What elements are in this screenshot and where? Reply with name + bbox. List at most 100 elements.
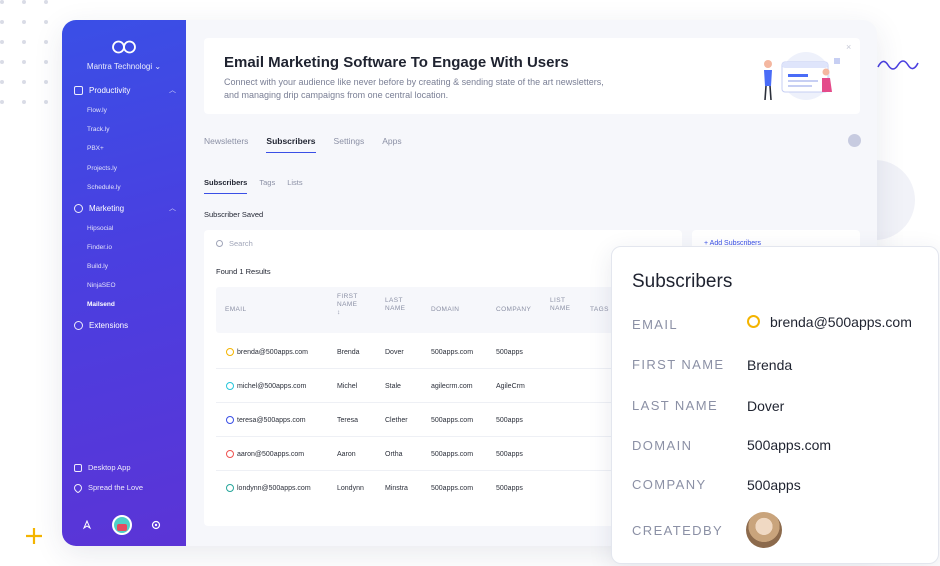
status-ring-icon [747, 315, 760, 328]
decorative-dot [0, 80, 4, 84]
cell-domain: 500apps.com [431, 417, 474, 424]
cell-last-name: Stale [385, 383, 401, 390]
col-list-name[interactable]: LIST NAME [550, 297, 570, 313]
main-tabs: Newsletters Subscribers Settings Apps [204, 136, 402, 153]
sidebar-item-schedulely[interactable]: Schedule.ly [87, 184, 121, 191]
field-label-company: COMPANY [632, 477, 707, 492]
sidebar: Mantra Technologi ⌄ Productivity ︿ Flow.… [62, 20, 186, 546]
plus-decoration [26, 528, 42, 544]
org-switcher[interactable]: Mantra Technologi ⌄ [62, 62, 186, 71]
sidebar-item-trackly[interactable]: Track.ly [87, 126, 110, 133]
spread-love-label: Spread the Love [88, 483, 144, 492]
cell-company: AgileCrm [496, 383, 525, 390]
banner-title: Email Marketing Software To Engage With … [224, 54, 569, 71]
cell-first-name: Teresa [337, 417, 359, 424]
heart-icon [72, 481, 84, 494]
decorative-dot [22, 0, 26, 4]
sidebar-item-buildly[interactable]: Build.ly [87, 263, 108, 270]
decorative-dot [44, 80, 48, 84]
col-domain[interactable]: DOMAIN [431, 306, 459, 314]
col-last-name[interactable]: LAST NAME [385, 297, 405, 313]
user-avatar[interactable] [112, 515, 132, 535]
rocket-icon[interactable] [82, 520, 92, 530]
field-label-domain: DOMAIN [632, 438, 693, 453]
monitor-icon [74, 463, 82, 472]
field-value-domain: 500apps.com [747, 437, 832, 453]
help-icon[interactable] [848, 134, 861, 147]
sidebar-section-extensions[interactable]: Extensions [74, 321, 176, 330]
tab-apps[interactable]: Apps [382, 136, 401, 153]
creator-avatar [746, 512, 782, 548]
decorative-dot [22, 60, 26, 64]
app-logo-icon [112, 40, 136, 54]
cell-company: 500apps [496, 417, 523, 424]
sidebar-section-productivity[interactable]: Productivity ︿ [74, 85, 176, 95]
saved-section-title: Subscriber Saved [204, 210, 264, 219]
cell-domain: 500apps.com [431, 349, 474, 356]
cell-domain: 500apps.com [431, 485, 474, 492]
globe-icon [74, 203, 83, 213]
decorative-dot [44, 0, 48, 4]
chevron-down-icon: ⌄ [154, 62, 162, 71]
sidebar-item-flowly[interactable]: Flow.ly [87, 107, 107, 114]
cell-domain: 500apps.com [431, 451, 474, 458]
sidebar-item-projectsly[interactable]: Projects.ly [87, 165, 117, 172]
tab-settings[interactable]: Settings [334, 136, 365, 153]
cell-company: 500apps [496, 485, 523, 492]
desktop-app-link[interactable]: Desktop App [74, 463, 131, 472]
status-ring-icon [226, 450, 234, 458]
field-label-first-name: FIRST NAME [632, 357, 725, 372]
email-illustration-icon [764, 52, 840, 101]
cell-email: teresa@500apps.com [237, 417, 306, 424]
subscriber-detail-card: Subscribers EMAIL brenda@500apps.com FIR… [611, 246, 939, 564]
cell-first-name: Aaron [337, 451, 356, 458]
decorative-dot [0, 100, 4, 104]
cell-company: 500apps [496, 451, 523, 458]
status-ring-icon [226, 382, 234, 390]
decorative-dot [22, 100, 26, 104]
banner-close-button[interactable]: × [846, 42, 851, 52]
sidebar-section-label: Productivity [89, 85, 131, 95]
tab-subscribers[interactable]: Subscribers [266, 136, 316, 153]
subtab-subscribers[interactable]: Subscribers [204, 178, 248, 194]
chevron-up-icon: ︿ [169, 87, 176, 94]
col-email[interactable]: EMAIL [225, 306, 247, 314]
extensions-icon [74, 321, 83, 330]
sidebar-item-finderio[interactable]: Finder.io [87, 244, 112, 251]
cell-first-name: Michel [337, 383, 358, 390]
col-tags[interactable]: TAGS [590, 306, 609, 314]
decorative-dot [44, 60, 48, 64]
subtab-lists[interactable]: Lists [287, 178, 302, 194]
banner-description: Connect with your audience like never be… [224, 77, 604, 100]
sidebar-item-pbx[interactable]: PBX+ [87, 145, 104, 152]
search-placeholder: Search [229, 239, 253, 248]
desktop-app-label: Desktop App [88, 463, 131, 472]
card-title: Subscribers [632, 271, 733, 292]
gear-icon[interactable] [151, 520, 161, 530]
sidebar-item-ninjaseo[interactable]: NinjaSEO [87, 282, 116, 289]
col-first-name[interactable]: FIRST NAME ↕ [337, 293, 358, 317]
sidebar-item-mailsend[interactable]: Mailsend [87, 301, 115, 308]
decorative-dot [0, 0, 4, 4]
sidebar-section-marketing[interactable]: Marketing ︿ [74, 203, 176, 213]
results-count: Found 1 Results [216, 267, 271, 276]
decorative-dot [22, 40, 26, 44]
search-input[interactable]: Search [216, 239, 253, 248]
cell-first-name: Brenda [337, 349, 360, 356]
subtab-tags[interactable]: Tags [259, 178, 275, 194]
spread-love-link[interactable]: Spread the Love [72, 481, 144, 494]
field-label-createdby: CREATEDBY [632, 523, 724, 538]
field-value-company: 500apps [747, 477, 801, 493]
cell-last-name: Minstra [385, 485, 408, 492]
field-value-email: brenda@500apps.com [770, 314, 912, 330]
decorative-dot [44, 20, 48, 24]
sidebar-item-hipsocial[interactable]: Hipsocial [87, 225, 113, 232]
command-icon [74, 85, 83, 95]
chevron-up-icon: ︿ [169, 205, 176, 212]
tab-newsletters[interactable]: Newsletters [204, 136, 248, 153]
wave-decoration [877, 60, 919, 70]
cell-last-name: Dover [385, 349, 404, 356]
decorative-dot [44, 40, 48, 44]
col-company[interactable]: COMPANY [496, 306, 531, 314]
search-icon [216, 240, 223, 247]
